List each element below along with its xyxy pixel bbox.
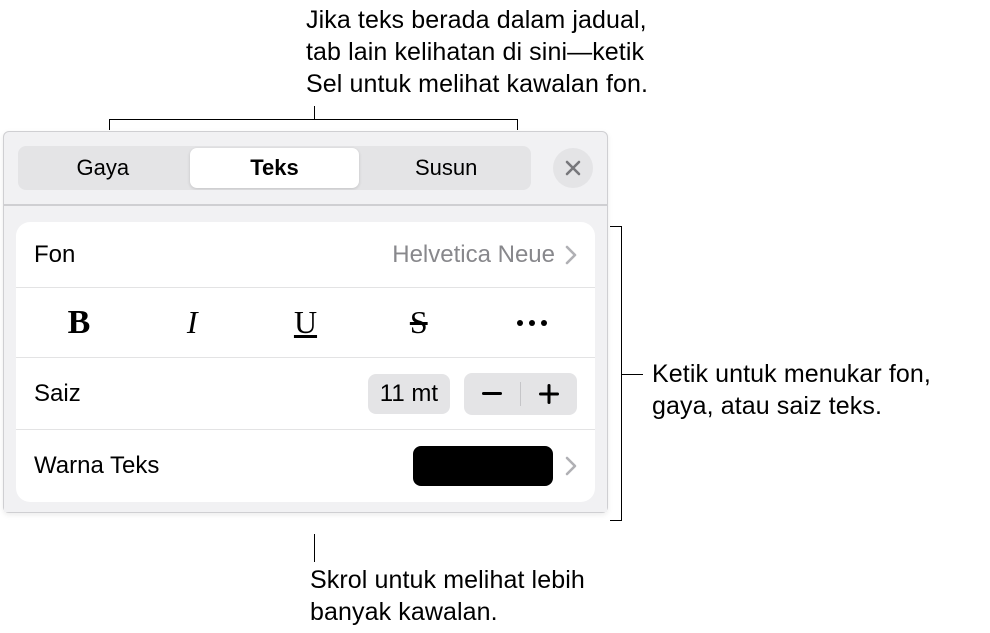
callout-font-controls: Ketik untuk menukar fon, gaya, atau saiz… [652,358,982,422]
text-color-row[interactable]: Warna Teks [16,430,595,502]
size-stepper [464,373,577,415]
italic-button[interactable]: I [151,299,233,347]
tab-arrange[interactable]: Susun [361,146,531,190]
chevron-right-icon [565,456,577,476]
tab-style[interactable]: Gaya [18,146,188,190]
font-label: Fon [34,241,392,269]
font-style-row: B I U S [16,288,595,358]
more-options-button[interactable] [491,299,573,347]
callout-scroll: Skrol untuk melihat lebih banyak kawalan… [310,564,630,628]
size-increase-button[interactable] [521,373,577,415]
minus-icon [482,392,502,396]
size-value-field[interactable]: 11 mt [368,374,450,414]
text-format-panel: Gaya Teks Susun Fon Helvetica Neue B I [3,131,608,513]
underline-button[interactable]: U [265,299,347,347]
font-value: Helvetica Neue [392,241,555,269]
ellipsis-icon [515,318,549,328]
panel-body: Fon Helvetica Neue B I U S [4,206,607,512]
text-color-swatch[interactable] [413,446,553,486]
text-settings-card: Fon Helvetica Neue B I U S [16,222,595,502]
chevron-right-icon [565,245,577,265]
callout-tabs-note: Jika teks berada dalam jadual, tab lain … [306,4,666,100]
size-decrease-button[interactable] [464,373,520,415]
tab-text[interactable]: Teks [190,148,360,188]
tab-group: Gaya Teks Susun [18,146,531,190]
size-row: Saiz 11 mt [16,358,595,430]
strikethrough-button[interactable]: S [378,299,460,347]
plus-icon [539,384,559,404]
text-color-label: Warna Teks [34,452,413,480]
close-icon [564,159,582,177]
bracket-bottom [314,534,315,562]
bold-button[interactable]: B [38,299,120,347]
font-row[interactable]: Fon Helvetica Neue [16,222,595,288]
close-button[interactable] [553,148,593,188]
panel-header: Gaya Teks Susun [4,132,607,206]
size-label: Saiz [34,380,368,408]
